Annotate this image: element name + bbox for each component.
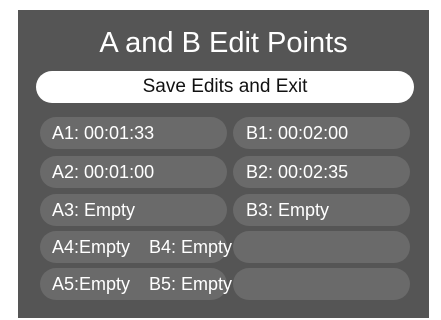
edit-point-b4-label: B4: Empty bbox=[149, 237, 233, 257]
edit-point-a3-label: A3: Empty bbox=[52, 200, 136, 220]
edit-point-b1-label: B1: 00:02:00 bbox=[246, 123, 349, 143]
save-edits-and-exit-button[interactable]: Save Edits and Exit bbox=[36, 71, 414, 103]
edit-point-b5-label: B5: Empty bbox=[149, 274, 233, 294]
edit-point-b5-button[interactable] bbox=[233, 268, 410, 300]
edit-point-a5-label: A5:Empty bbox=[52, 274, 131, 294]
edit-point-a1-label: A1: 00:01:33 bbox=[52, 123, 155, 143]
edit-point-b3-label: B3: Empty bbox=[246, 200, 330, 220]
edit-point-b2-label: B2: 00:02:35 bbox=[246, 162, 349, 182]
edit-point-b4-button[interactable] bbox=[233, 231, 410, 263]
edit-point-a2-label: A2: 00:01:00 bbox=[52, 162, 155, 182]
edit-points-panel: A and B Edit Points Save Edits and Exit … bbox=[18, 10, 429, 318]
page-title: A and B Edit Points bbox=[99, 27, 348, 59]
edit-point-a4-label: A4:Empty bbox=[52, 237, 131, 257]
